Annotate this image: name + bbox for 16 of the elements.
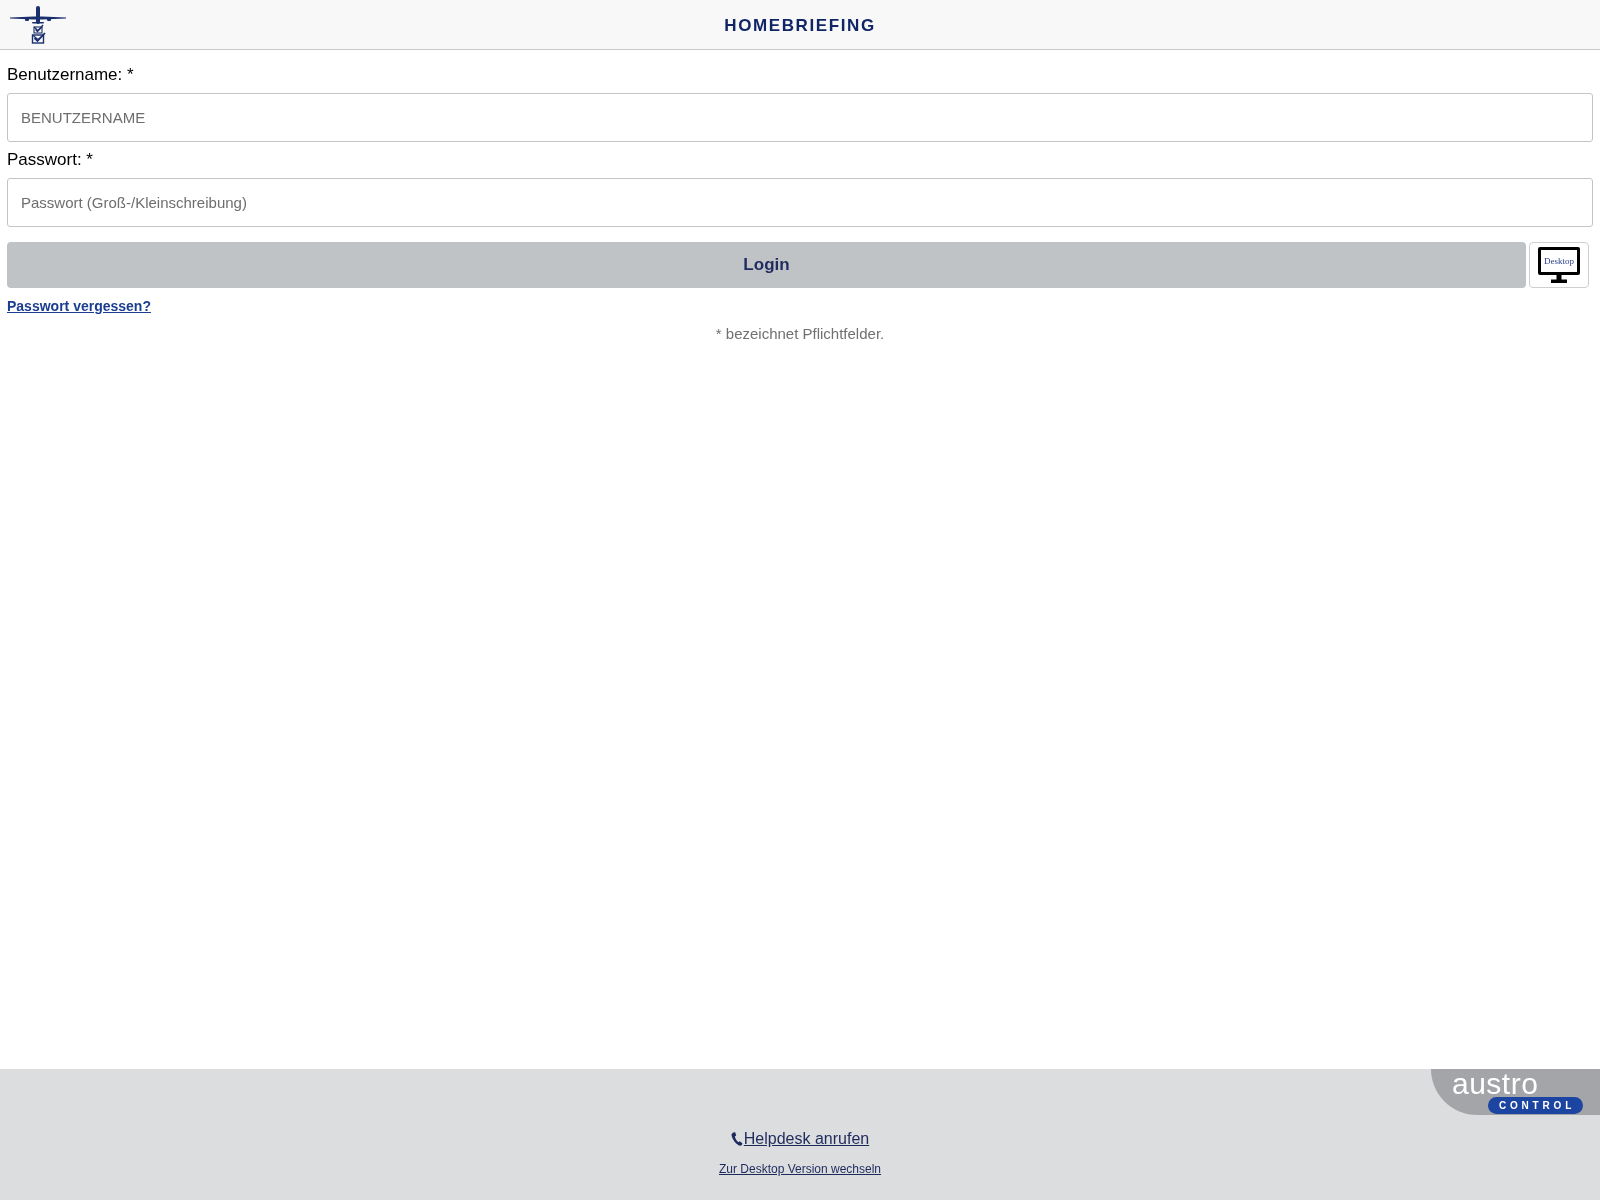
required-fields-note: * bezeichnet Pflichtfelder. (715, 324, 885, 344)
field-label: Benutzername: * (7, 64, 134, 86)
desktop-version-link[interactable]: Zur Desktop Version wechseln (718, 1161, 882, 1177)
logo-badge: CONTROL (1488, 1097, 1583, 1114)
desktop-button[interactable]: Desktop (1529, 242, 1589, 288)
phone-icon (730, 1132, 743, 1146)
app-title: HOMEBRIEFING (724, 14, 876, 37)
password-field[interactable]: Passwort (Groß-/Kleinschreibung) (7, 178, 1593, 227)
logo-wordmark: austro (1452, 1069, 1539, 1099)
airplane-logo-icon (10, 6, 66, 44)
username-field[interactable]: BENUTZERNAME (7, 93, 1593, 142)
login-button[interactable]: Login (7, 242, 1526, 288)
monitor-stand-icon (1549, 275, 1569, 283)
forgot-password-link[interactable]: Passwort vergessen? (7, 296, 151, 316)
helpdesk-link[interactable]: Helpdesk anrufen (730, 1129, 870, 1149)
field-label: Passwort: * (7, 149, 93, 171)
